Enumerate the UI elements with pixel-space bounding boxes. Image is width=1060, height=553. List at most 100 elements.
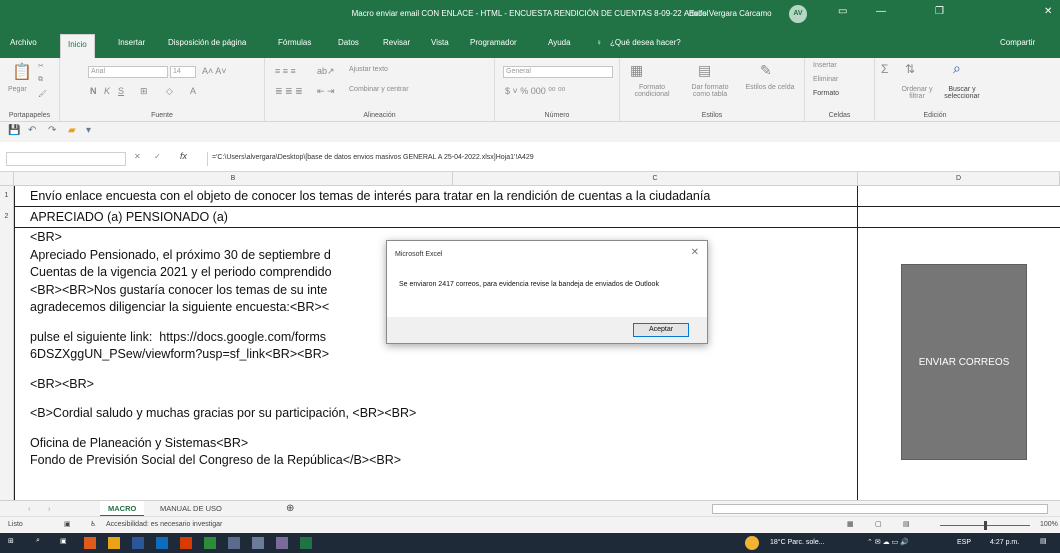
windows-start-icon[interactable]: ⊞: [8, 537, 20, 549]
app-icon[interactable]: [252, 537, 264, 549]
save-icon[interactable]: 💾: [8, 125, 20, 136]
file-explorer-icon[interactable]: [108, 537, 120, 549]
clock[interactable]: 4:27 p.m.: [990, 539, 1019, 546]
tab-insertar[interactable]: Insertar: [118, 38, 145, 47]
sort-filter-button[interactable]: Ordenar y filtrar: [897, 86, 937, 100]
app-icon[interactable]: [276, 537, 288, 549]
enter-icon[interactable]: ✓: [154, 152, 161, 161]
search-icon[interactable]: ⌕: [953, 60, 961, 77]
next-sheet-icon[interactable]: ›: [40, 501, 59, 517]
redo-icon[interactable]: ↷: [48, 125, 56, 136]
delete-cells-button[interactable]: Eliminar: [813, 76, 838, 83]
bold-icon[interactable]: N: [90, 86, 97, 96]
row-header-2[interactable]: 2: [0, 206, 14, 228]
table-format-button[interactable]: Dar formato como tabla: [682, 84, 738, 98]
column-header-c[interactable]: C: [453, 172, 858, 186]
add-sheet-icon[interactable]: ⊕: [278, 501, 302, 517]
tab-archivo[interactable]: Archivo: [10, 38, 37, 47]
align-top-icon[interactable]: ≡ ≡ ≡: [275, 66, 296, 76]
table-format-icon[interactable]: ▤: [698, 62, 711, 79]
language-indicator[interactable]: ESP: [957, 539, 971, 546]
ok-button[interactable]: Aceptar: [633, 323, 689, 337]
task-view-icon[interactable]: ▣: [60, 537, 72, 549]
font-size-select[interactable]: 14: [170, 66, 196, 78]
format-cells-button[interactable]: Formato: [813, 90, 839, 97]
align-left-icon[interactable]: ≣ ≣ ≣: [275, 86, 303, 97]
tab-disposicion[interactable]: Disposición de página: [168, 38, 246, 47]
copy-icon[interactable]: ⧉: [38, 76, 43, 84]
horizontal-scrollbar[interactable]: [712, 504, 1048, 514]
cond-format-icon[interactable]: ▦: [630, 62, 643, 79]
cut-icon[interactable]: ✂: [38, 62, 44, 70]
undo-icon[interactable]: ↶: [28, 125, 36, 136]
app-icon[interactable]: [228, 537, 240, 549]
user-name[interactable]: Adolfo Vergara Cárcamo: [684, 9, 772, 18]
orientation-icon[interactable]: ab↗: [317, 66, 335, 77]
sheet-tab-manual[interactable]: MANUAL DE USO: [152, 501, 230, 517]
insert-cells-button[interactable]: Insertar: [813, 62, 837, 69]
paste-label[interactable]: Pegar: [8, 86, 27, 93]
tab-datos[interactable]: Datos: [338, 38, 359, 47]
column-header-b[interactable]: B: [14, 172, 453, 186]
weather-text[interactable]: 18°C Parc. sole...: [770, 539, 825, 546]
outlook-icon[interactable]: [156, 537, 168, 549]
name-box[interactable]: [6, 152, 126, 166]
folder-icon[interactable]: ▰: [68, 125, 76, 136]
cond-format-button[interactable]: Formato condicional: [624, 84, 680, 98]
tray-icons[interactable]: ⌃ ✉ ☁ ▭ 🔊: [867, 538, 909, 546]
acrobat-icon[interactable]: [180, 537, 192, 549]
fill-color-icon[interactable]: ◇: [166, 86, 173, 97]
dialog-close-icon[interactable]: ✕: [691, 247, 699, 258]
tab-programador[interactable]: Programador: [470, 38, 517, 47]
row-header-1[interactable]: 1: [0, 186, 14, 206]
grow-font-icon[interactable]: A˄ A˅: [202, 66, 227, 76]
cell-b1[interactable]: Envío enlace encuesta con el objeto de c…: [30, 189, 710, 203]
autosum-icon[interactable]: Σ: [881, 62, 888, 76]
tell-me-search[interactable]: ¿Qué desea hacer?: [610, 38, 681, 47]
notifications-icon[interactable]: ▤: [1040, 537, 1047, 545]
weather-icon[interactable]: [745, 536, 759, 550]
accessibility-icon[interactable]: ♿: [90, 520, 96, 528]
tab-formulas[interactable]: Fórmulas: [278, 38, 311, 47]
send-emails-button[interactable]: ENVIAR CORREOS: [901, 264, 1027, 460]
font-color-icon[interactable]: A: [190, 86, 196, 96]
word-icon[interactable]: [132, 537, 144, 549]
app-icon[interactable]: [84, 537, 96, 549]
format-painter-icon[interactable]: 🖌: [38, 90, 47, 98]
underline-icon[interactable]: S: [118, 86, 124, 96]
cancel-icon[interactable]: ✕: [134, 152, 141, 161]
tab-ayuda[interactable]: Ayuda: [548, 38, 571, 47]
zoom-thumb[interactable]: [984, 521, 987, 530]
chrome-icon[interactable]: [204, 537, 216, 549]
cell-styles-icon[interactable]: ✎: [760, 62, 772, 79]
merge-center-button[interactable]: Combinar y centrar: [349, 86, 409, 93]
accessibility-status[interactable]: Accesibilidad: es necesario investigar: [106, 521, 222, 528]
select-all[interactable]: [0, 172, 14, 186]
normal-view-icon[interactable]: ▦: [847, 520, 854, 528]
number-format-select[interactable]: General: [503, 66, 613, 78]
font-name-select[interactable]: Arial: [88, 66, 168, 78]
tab-vista[interactable]: Vista: [431, 38, 449, 47]
zoom-level[interactable]: 100%: [1040, 521, 1058, 528]
page-layout-icon[interactable]: ▢: [875, 520, 882, 528]
ribbon-display-icon[interactable]: ▭: [838, 6, 847, 17]
italic-icon[interactable]: K: [104, 86, 110, 96]
currency-icon[interactable]: $ ˅ % 000 ⁰⁰ ⁰⁰: [505, 86, 565, 97]
formula-input[interactable]: ='C:\Users\alvergara\Desktop\[base de da…: [207, 152, 1060, 166]
prev-sheet-icon[interactable]: ‹: [20, 501, 39, 517]
page-break-icon[interactable]: ▤: [903, 520, 910, 528]
tab-revisar[interactable]: Revisar: [383, 38, 410, 47]
excel-icon[interactable]: [300, 537, 312, 549]
search-icon[interactable]: ⌕: [36, 537, 48, 549]
column-header-d[interactable]: D: [858, 172, 1060, 186]
maximize-icon[interactable]: ❐: [935, 6, 944, 17]
find-select-button[interactable]: Buscar y seleccionar: [937, 86, 987, 100]
customize-icon[interactable]: ▾: [86, 125, 91, 136]
wrap-text-button[interactable]: Ajustar texto: [349, 66, 388, 73]
borders-icon[interactable]: ⊞: [140, 86, 148, 97]
minimize-icon[interactable]: —: [876, 6, 886, 17]
avatar[interactable]: AV: [789, 5, 807, 23]
tab-inicio[interactable]: Inicio: [60, 34, 95, 58]
macro-record-icon[interactable]: ▣: [64, 520, 71, 528]
lightbulb-icon[interactable]: ♀: [596, 38, 602, 47]
